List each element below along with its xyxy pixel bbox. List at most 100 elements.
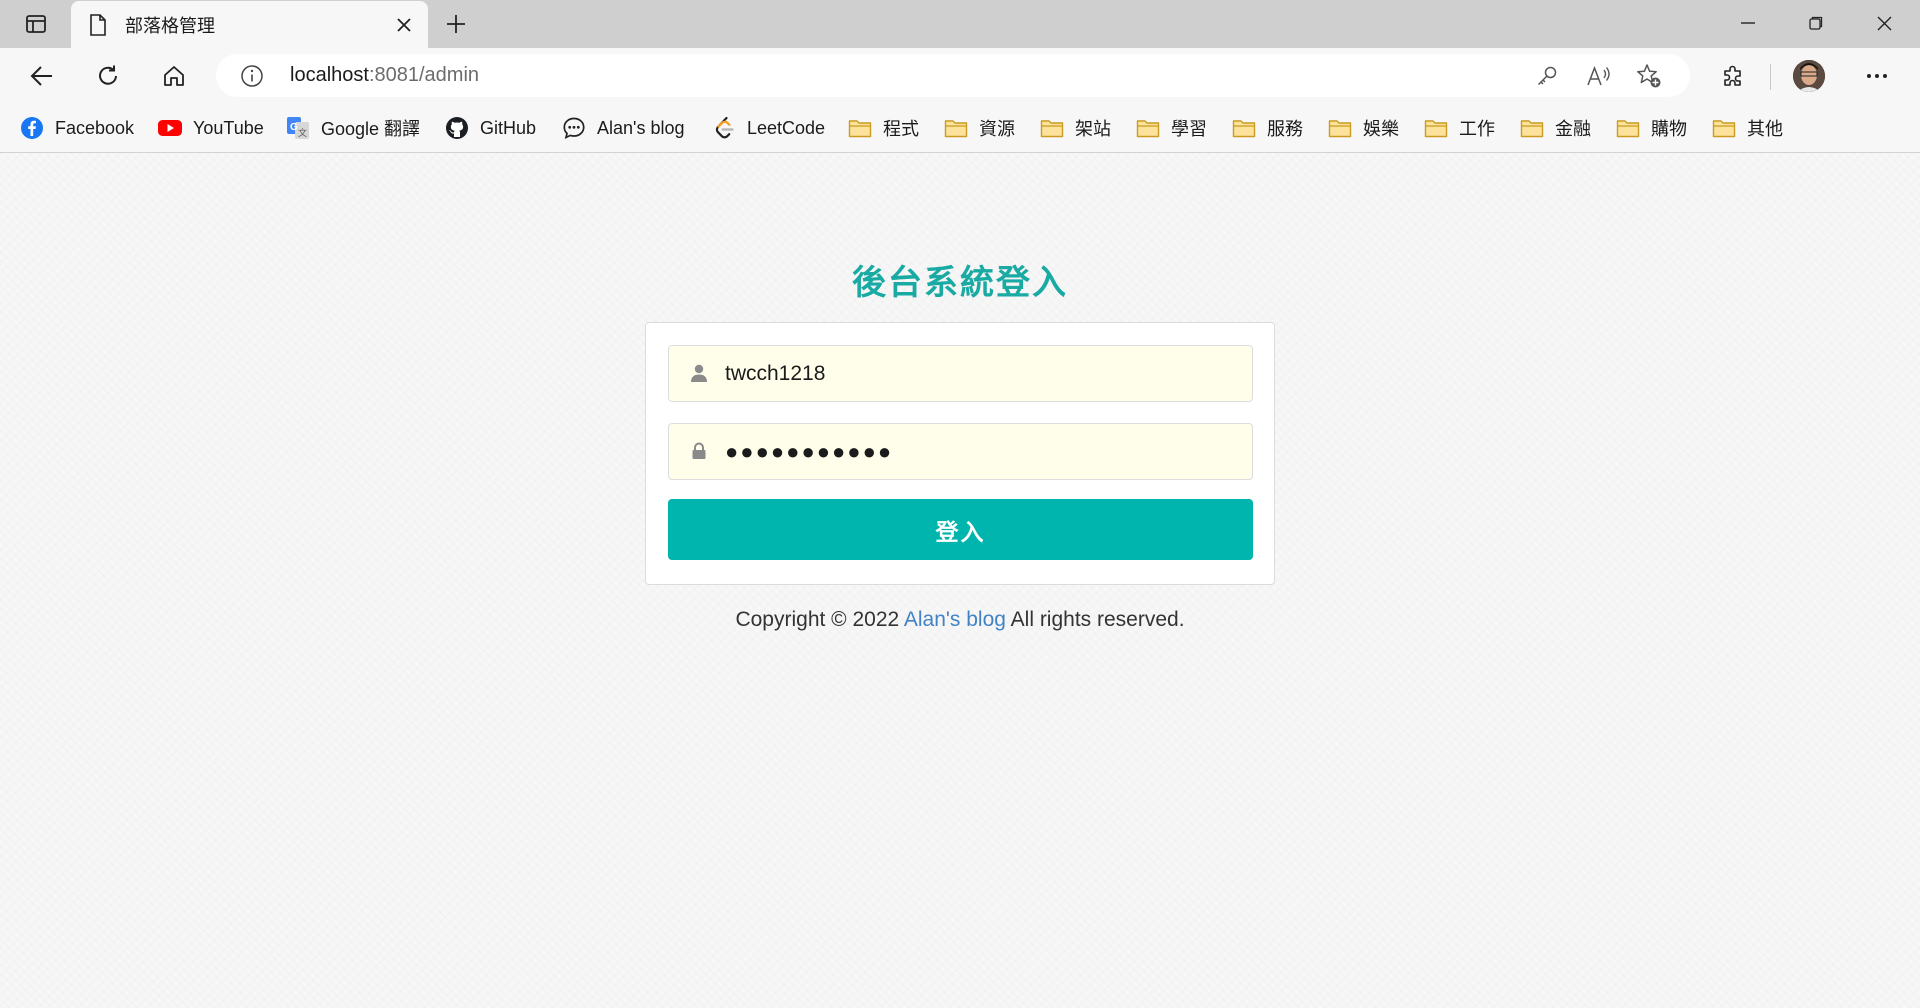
tab-actions-icon (26, 15, 46, 33)
user-icon (689, 363, 709, 383)
bookmark-folder-金融[interactable]: 金融 (1520, 113, 1591, 143)
bookmark-folder-購物[interactable]: 購物 (1616, 113, 1687, 143)
close-tab-button[interactable] (386, 7, 422, 43)
bookmark-label: LeetCode (747, 117, 826, 138)
copyright-suffix: All rights reserved. (1010, 608, 1185, 631)
bookmark-label: 服務 (1267, 119, 1303, 139)
close-icon (397, 17, 411, 32)
tab-actions-button[interactable] (14, 8, 58, 40)
folder-icon (1712, 116, 1736, 140)
username-field[interactable]: twcch1218 (668, 345, 1253, 402)
bookmark-facebook[interactable]: Facebook (20, 113, 134, 143)
copyright-footer: Copyright © 2022 Alan's blog All rights … (0, 608, 1920, 632)
bookmark-folder-架站[interactable]: 架站 (1040, 113, 1111, 143)
page-icon (89, 13, 109, 37)
extensions-button[interactable] (1713, 56, 1753, 96)
bookmark-youtube[interactable]: YouTube (158, 113, 264, 143)
folder-icon (1520, 116, 1544, 140)
blog-link[interactable]: Alan's blog (904, 608, 1006, 631)
bookmark-folder-娛樂[interactable]: 娛樂 (1328, 113, 1399, 143)
bookmark-label: 工作 (1459, 119, 1495, 139)
folder-icon (1040, 116, 1064, 140)
folder-icon (1616, 116, 1640, 140)
github-icon (445, 116, 469, 140)
login-form: twcch1218 ●●●●●●●●●●● 登入 (645, 322, 1275, 585)
bookmark-label: Facebook (55, 117, 135, 138)
bookmark-folder-程式[interactable]: 程式 (848, 113, 919, 143)
bookmark-label: GitHub (480, 117, 537, 138)
site-info-icon[interactable] (240, 64, 264, 88)
close-icon (1877, 16, 1891, 30)
puzzle-icon (1724, 65, 1741, 86)
bookmark-label: 娛樂 (1363, 119, 1399, 139)
profile-avatar[interactable] (1793, 60, 1825, 92)
new-tab-button[interactable] (438, 6, 474, 42)
folder-icon (1136, 116, 1160, 140)
lock-icon (689, 441, 709, 461)
bookmark-folder-服務[interactable]: 服務 (1232, 113, 1303, 143)
url-host: localhost (290, 64, 369, 86)
bookmark-label: 架站 (1075, 119, 1111, 139)
bookmarks-bar: Facebook YouTube G文 Google 翻譯 GitHub Ala… (0, 104, 1920, 153)
active-tab[interactable]: 部落格管理 (71, 1, 428, 48)
home-button[interactable] (154, 56, 194, 96)
page-content: 後台系統登入 twcch1218 ●●●●●●●●●●● 登入 Copyrigh… (0, 153, 1920, 1008)
svg-text:G: G (290, 122, 298, 133)
home-icon (164, 66, 184, 86)
refresh-button[interactable] (88, 56, 128, 96)
bookmark-folder-其他[interactable]: 其他 (1712, 113, 1783, 143)
minimize-icon (1741, 22, 1755, 24)
password-value[interactable]: ●●●●●●●●●●● (725, 424, 893, 479)
restore-icon (1809, 16, 1823, 30)
bookmark-label: YouTube (193, 117, 264, 138)
tab-strip: 部落格管理 (0, 0, 1920, 48)
toolbar-divider (1770, 64, 1771, 90)
folder-icon (1424, 116, 1448, 140)
login-button[interactable]: 登入 (668, 499, 1253, 560)
navigation-toolbar: localhost:8081/admin (0, 48, 1920, 104)
bookmark-label: Google 翻譯 (321, 119, 421, 139)
folder-icon (848, 116, 872, 140)
password-key-icon[interactable] (1534, 63, 1560, 89)
google-translate-icon: G文 (286, 116, 310, 140)
bookmark-folder-資源[interactable]: 資源 (944, 113, 1015, 143)
folder-icon (1328, 116, 1352, 140)
password-field[interactable]: ●●●●●●●●●●● (668, 423, 1253, 480)
close-window-button[interactable] (1850, 0, 1918, 46)
bookmark-label: 其他 (1747, 119, 1783, 139)
url-text[interactable]: localhost:8081/admin (290, 64, 479, 87)
login-title: 後台系統登入 (852, 264, 1068, 302)
username-value[interactable]: twcch1218 (725, 346, 825, 401)
refresh-icon (99, 65, 117, 85)
folder-icon (944, 116, 968, 140)
back-button[interactable] (22, 56, 62, 96)
bookmark-label: 金融 (1555, 119, 1591, 139)
folder-icon (1232, 116, 1256, 140)
bookmark-label: 學習 (1171, 119, 1207, 139)
minimize-button[interactable] (1714, 0, 1782, 46)
read-aloud-icon[interactable] (1586, 63, 1612, 89)
plus-icon (447, 15, 465, 33)
bookmark-folder-工作[interactable]: 工作 (1424, 113, 1495, 143)
bookmark-leetcode[interactable]: LeetCode (712, 113, 825, 143)
leetcode-icon (712, 116, 736, 140)
copyright-prefix: Copyright © 2022 (735, 608, 900, 631)
svg-text:文: 文 (298, 127, 307, 139)
bookmark-alans-blog[interactable]: Alan's blog (562, 113, 685, 143)
bookmark-label: 程式 (883, 119, 919, 139)
address-bar[interactable]: localhost:8081/admin (216, 54, 1690, 97)
settings-menu-button[interactable] (1857, 56, 1897, 96)
tab-title: 部落格管理 (125, 15, 215, 36)
bookmark-label: 資源 (979, 119, 1015, 139)
chat-bubble-icon (562, 116, 586, 140)
url-path: :8081/admin (368, 64, 480, 86)
bookmark-github[interactable]: GitHub (445, 113, 536, 143)
bookmark-google-translate[interactable]: G文 Google 翻譯 (286, 113, 420, 143)
youtube-icon (158, 116, 182, 140)
bookmark-label: 購物 (1651, 119, 1687, 139)
restore-button[interactable] (1782, 0, 1850, 46)
more-options-icon (1867, 74, 1887, 78)
facebook-icon (20, 116, 44, 140)
add-favorite-icon[interactable] (1636, 63, 1662, 89)
bookmark-folder-學習[interactable]: 學習 (1136, 113, 1207, 143)
